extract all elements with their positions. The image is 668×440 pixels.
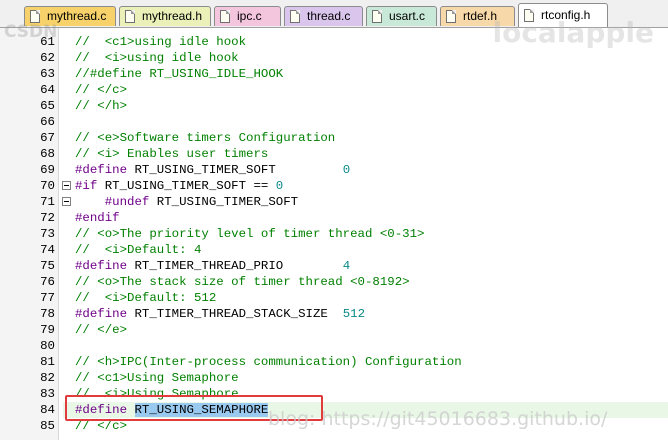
code-line[interactable]: 77 // <i>Default: 512 <box>0 290 668 306</box>
code-line[interactable]: 80 <box>0 338 668 354</box>
line-text: // <c1>using idle hook <box>75 35 247 49</box>
line-number: 70 <box>40 179 55 193</box>
file-icon <box>290 10 300 23</box>
line-number: 66 <box>40 115 55 129</box>
line-number: 73 <box>40 227 55 241</box>
code-line[interactable]: 76 // <o>The stack size of timer thread <… <box>0 274 668 290</box>
tab-usart-c[interactable]: usart.c <box>366 6 437 26</box>
file-icon <box>220 10 230 23</box>
line-text: // <o>The priority level of timer thread… <box>75 227 425 241</box>
line-number: 67 <box>40 131 55 145</box>
line-number: 84 <box>40 403 55 417</box>
line-text: #define RT_USING_TIMER_SOFT 0 <box>75 163 351 177</box>
tab-label: mythread.h <box>142 9 203 23</box>
line-text: #endif <box>75 211 120 225</box>
line-number: 76 <box>40 275 55 289</box>
code-line[interactable]: 82 // <c1>Using Semaphore <box>0 370 668 386</box>
line-text: // <e>Software timers Configuration <box>75 131 336 145</box>
code-line[interactable]: 71 #undef RT_USING_TIMER_SOFT <box>0 194 668 210</box>
line-number: 71 <box>40 195 55 209</box>
code-line[interactable]: 78 #define RT_TIMER_THREAD_STACK_SIZE 512 <box>0 306 668 322</box>
line-number: 69 <box>40 163 55 177</box>
line-number: 79 <box>40 323 55 337</box>
line-number: 72 <box>40 211 55 225</box>
code-line[interactable]: 63 //#define RT_USING_IDLE_HOOK <box>0 66 668 82</box>
line-text: #if RT_USING_TIMER_SOFT == 0 <box>75 179 284 193</box>
line-number: 77 <box>40 291 55 305</box>
code-line[interactable]: 79 // </e> <box>0 322 668 338</box>
line-text: // <c1>Using Semaphore <box>75 371 239 385</box>
file-icon <box>446 10 456 23</box>
code-line[interactable]: 74 // <i>Default: 4 <box>0 242 668 258</box>
fold-toggle-icon[interactable] <box>62 181 71 190</box>
line-number: 82 <box>40 371 55 385</box>
line-number: 65 <box>40 99 55 113</box>
line-text: #undef RT_USING_TIMER_SOFT <box>104 195 299 209</box>
line-number: 64 <box>40 83 55 97</box>
line-number: 63 <box>40 67 55 81</box>
watermark-top-right: localapple <box>492 16 655 49</box>
code-line[interactable]: 69 #define RT_USING_TIMER_SOFT 0 <box>0 162 668 178</box>
line-text: // <i>using idle hook <box>75 51 239 65</box>
line-text: // <i>Default: 4 <box>75 243 202 257</box>
code-line[interactable]: 72 #endif <box>0 210 668 226</box>
line-number: 68 <box>40 147 55 161</box>
line-number: 83 <box>40 387 55 401</box>
code-line[interactable]: 64 // </c> <box>0 82 668 98</box>
line-text: // <o>The stack size of timer thread <0-… <box>75 275 410 289</box>
line-text: // <i> Enables user timers <box>75 147 269 161</box>
line-number: 78 <box>40 307 55 321</box>
tab-label: usart.c <box>389 9 426 23</box>
code-line[interactable]: 66 <box>0 114 668 130</box>
code-line[interactable]: 81 // <h>IPC(Inter-process communication)… <box>0 354 668 370</box>
watermark-top-left: CSDN <box>4 22 58 42</box>
line-text: #define RT_TIMER_THREAD_STACK_SIZE 512 <box>75 307 366 321</box>
fold-toggle-icon[interactable] <box>62 197 71 206</box>
tab-ipc-c[interactable]: ipc.c <box>214 6 281 26</box>
line-number: 85 <box>40 419 55 433</box>
line-number: 62 <box>40 51 55 65</box>
file-icon <box>125 10 135 23</box>
file-icon <box>372 10 382 23</box>
tab-thread-c[interactable]: thread.c <box>284 6 363 26</box>
tab-label: thread.c <box>307 9 351 23</box>
tab-mythread-h[interactable]: mythread.h <box>119 6 211 26</box>
code-line[interactable]: 75 #define RT_TIMER_THREAD_PRIO 4 <box>0 258 668 274</box>
code-line[interactable]: 62 // <i>using idle hook <box>0 50 668 66</box>
code-line[interactable]: 70 #if RT_USING_TIMER_SOFT == 0 <box>0 178 668 194</box>
line-number: 74 <box>40 243 55 257</box>
tab-label: ipc.c <box>237 9 262 23</box>
line-text: // <h>IPC(Inter-process communication) C… <box>75 355 462 369</box>
line-number: 81 <box>40 355 55 369</box>
code-editor[interactable]: 61// <c1>using idle hook 62// <i>using id… <box>0 28 668 440</box>
code-line[interactable]: 65 // </h> <box>0 98 668 114</box>
line-text: // <i>Default: 512 <box>75 291 217 305</box>
watermark-blog-url: blog: https://git45016683.github.io/ <box>268 408 608 430</box>
code-line[interactable]: 68 // <i> Enables user timers <box>0 146 668 162</box>
line-number: 75 <box>40 259 55 273</box>
line-text: //#define RT_USING_IDLE_HOOK <box>75 67 284 81</box>
code-line[interactable]: 73 // <o>The priority level of timer thre… <box>0 226 668 242</box>
line-text: // </c> <box>75 83 128 97</box>
code-line[interactable]: 67 // <e>Software timers Configuration <box>0 130 668 146</box>
line-number: 80 <box>40 339 55 353</box>
line-text: #define RT_TIMER_THREAD_PRIO 4 <box>75 259 351 273</box>
line-text: // </e> <box>75 323 128 337</box>
line-text: // </h> <box>75 99 128 113</box>
